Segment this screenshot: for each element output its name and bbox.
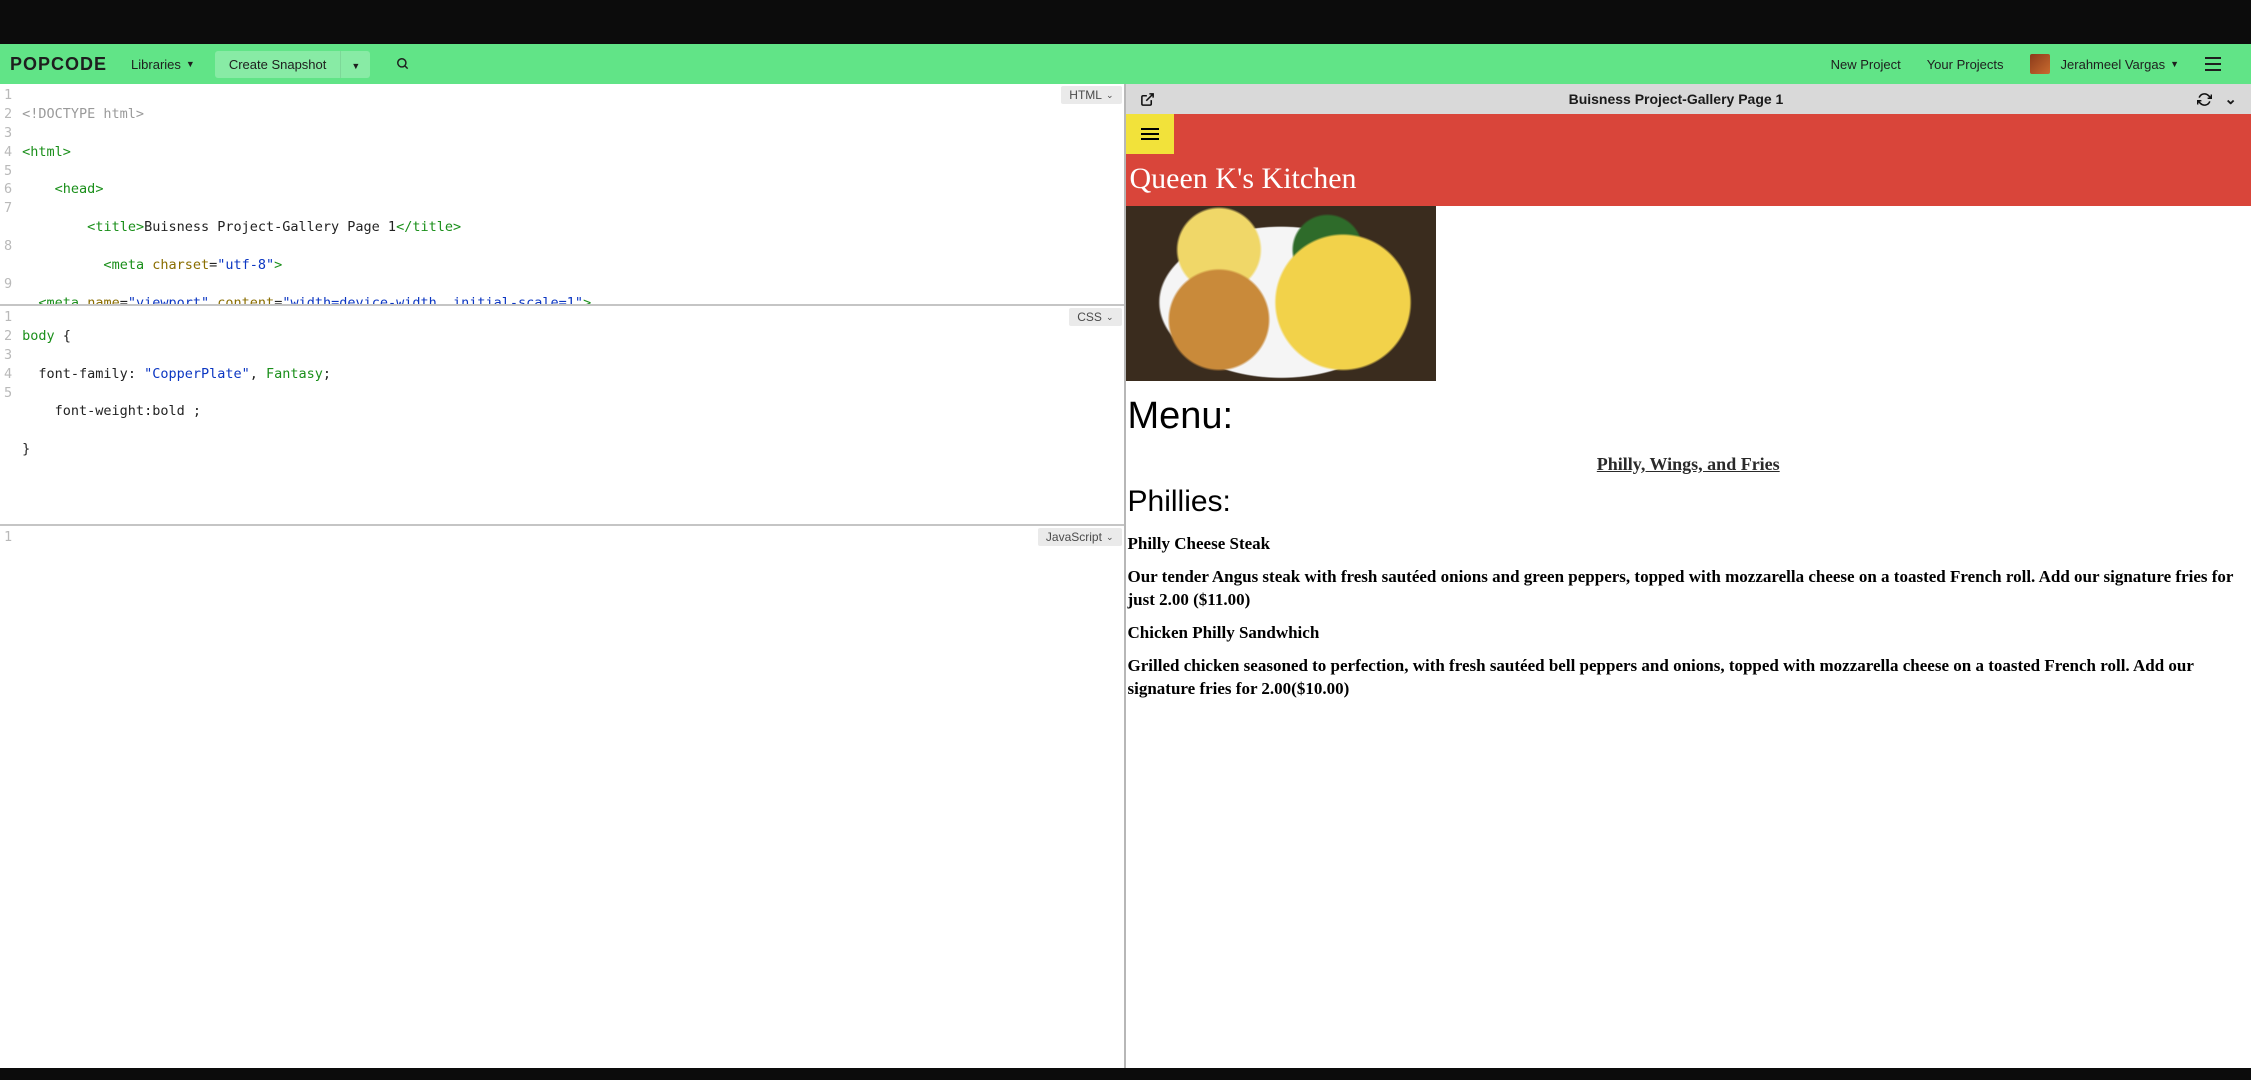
menu-category-link[interactable]: Philly, Wings, and Fries	[1126, 454, 2251, 475]
hamburger-menu-button[interactable]	[2199, 53, 2227, 75]
snapshot-button-group: Create Snapshot ▼	[215, 51, 371, 78]
chevron-down-icon: ⌄	[2224, 91, 2237, 108]
letterbox-top	[0, 0, 2251, 44]
search-icon	[396, 57, 410, 71]
section-heading-phillies: Phillies:	[1128, 485, 2251, 519]
js-editor-pane: JavaScript ⌄ 1	[0, 524, 1124, 1068]
site-menu-button[interactable]	[1126, 114, 1174, 154]
refresh-preview-button[interactable]	[2191, 90, 2218, 109]
caret-down-icon: ▼	[186, 59, 195, 69]
html-editor[interactable]: 1 2 3 4 5 6 7 8 9 <!DOCTYPE html> <html>…	[0, 84, 1124, 304]
js-gutter: 1	[0, 526, 18, 549]
snapshot-dropdown-button[interactable]: ▼	[340, 51, 370, 78]
menu-item-description: Grilled chicken seasoned to perfection, …	[1128, 655, 2250, 701]
user-menu[interactable]: Jerahmeel Vargas ▼	[2024, 50, 2185, 78]
menu-heading: Menu:	[1128, 395, 2251, 438]
html-pane-label: HTML	[1069, 88, 1102, 102]
html-code-area[interactable]: <!DOCTYPE html> <html> <head> <title>Bui…	[18, 84, 749, 304]
js-code-area[interactable]	[18, 526, 26, 549]
css-editor-pane: CSS ⌄ 1 2 3 4 5 body { font-family: "Cop…	[0, 304, 1124, 524]
preview-viewport[interactable]: Queen K's Kitchen Menu: Philly, Wings, a…	[1126, 114, 2251, 1068]
preview-page-title: Buisness Project-Gallery Page 1	[1161, 91, 2192, 107]
js-editor[interactable]: 1	[0, 526, 1124, 549]
css-gutter: 1 2 3 4 5	[0, 306, 18, 524]
hamburger-icon	[1141, 128, 1159, 140]
libraries-menu[interactable]: Libraries ▼	[125, 53, 201, 76]
editors-column: HTML ⌄ 1 2 3 4 5 6 7 8 9 <!D	[0, 84, 1126, 1068]
hero-food-image	[1126, 206, 1436, 381]
js-pane-toggle[interactable]: JavaScript ⌄	[1038, 528, 1122, 546]
preview-column: Buisness Project-Gallery Page 1 ⌄ Queen …	[1126, 84, 2251, 1068]
top-toolbar: POPCODE Libraries ▼ Create Snapshot ▼ Ne…	[0, 44, 2251, 84]
chevron-down-icon: ⌄	[1106, 90, 1114, 101]
user-name-label: Jerahmeel Vargas	[2061, 57, 2166, 72]
css-pane-label: CSS	[1077, 310, 1102, 324]
css-editor[interactable]: 1 2 3 4 5 body { font-family: "CopperPla…	[0, 306, 1124, 524]
avatar	[2030, 54, 2050, 74]
js-pane-label: JavaScript	[1046, 530, 1102, 544]
chevron-down-icon: ⌄	[1106, 312, 1114, 323]
create-snapshot-button[interactable]: Create Snapshot	[215, 51, 341, 78]
menu-item-description: Our tender Angus steak with fresh sautée…	[1128, 566, 2250, 612]
refresh-icon	[2197, 92, 2212, 107]
new-project-button[interactable]: New Project	[1825, 53, 1907, 76]
open-external-button[interactable]	[1134, 90, 1161, 109]
menu-item-name: Chicken Philly Sandwhich	[1128, 622, 2250, 645]
collapse-preview-button[interactable]: ⌄	[2218, 88, 2243, 110]
your-projects-button[interactable]: Your Projects	[1921, 53, 2010, 76]
hamburger-icon	[2205, 57, 2221, 71]
css-pane-toggle[interactable]: CSS ⌄	[1069, 308, 1121, 326]
html-gutter: 1 2 3 4 5 6 7 8 9	[0, 84, 18, 304]
caret-down-icon: ▼	[351, 61, 360, 71]
search-button[interactable]	[390, 53, 416, 75]
menu-item-name: Philly Cheese Steak	[1128, 533, 2250, 556]
app-logo: POPCODE	[10, 54, 107, 75]
html-pane-toggle[interactable]: HTML ⌄	[1061, 86, 1121, 104]
workspace: HTML ⌄ 1 2 3 4 5 6 7 8 9 <!D	[0, 84, 2251, 1068]
caret-down-icon: ▼	[2170, 59, 2179, 69]
html-editor-pane: HTML ⌄ 1 2 3 4 5 6 7 8 9 <!D	[0, 84, 1124, 304]
site-header: Queen K's Kitchen	[1126, 114, 2251, 206]
external-link-icon	[1140, 92, 1155, 107]
libraries-label: Libraries	[131, 57, 181, 72]
css-code-area[interactable]: body { font-family: "CopperPlate", Fanta…	[18, 306, 335, 524]
chevron-down-icon: ⌄	[1106, 532, 1114, 543]
site-title: Queen K's Kitchen	[1126, 154, 2251, 206]
letterbox-bottom	[0, 1068, 2251, 1080]
preview-title-bar: Buisness Project-Gallery Page 1 ⌄	[1126, 84, 2251, 114]
